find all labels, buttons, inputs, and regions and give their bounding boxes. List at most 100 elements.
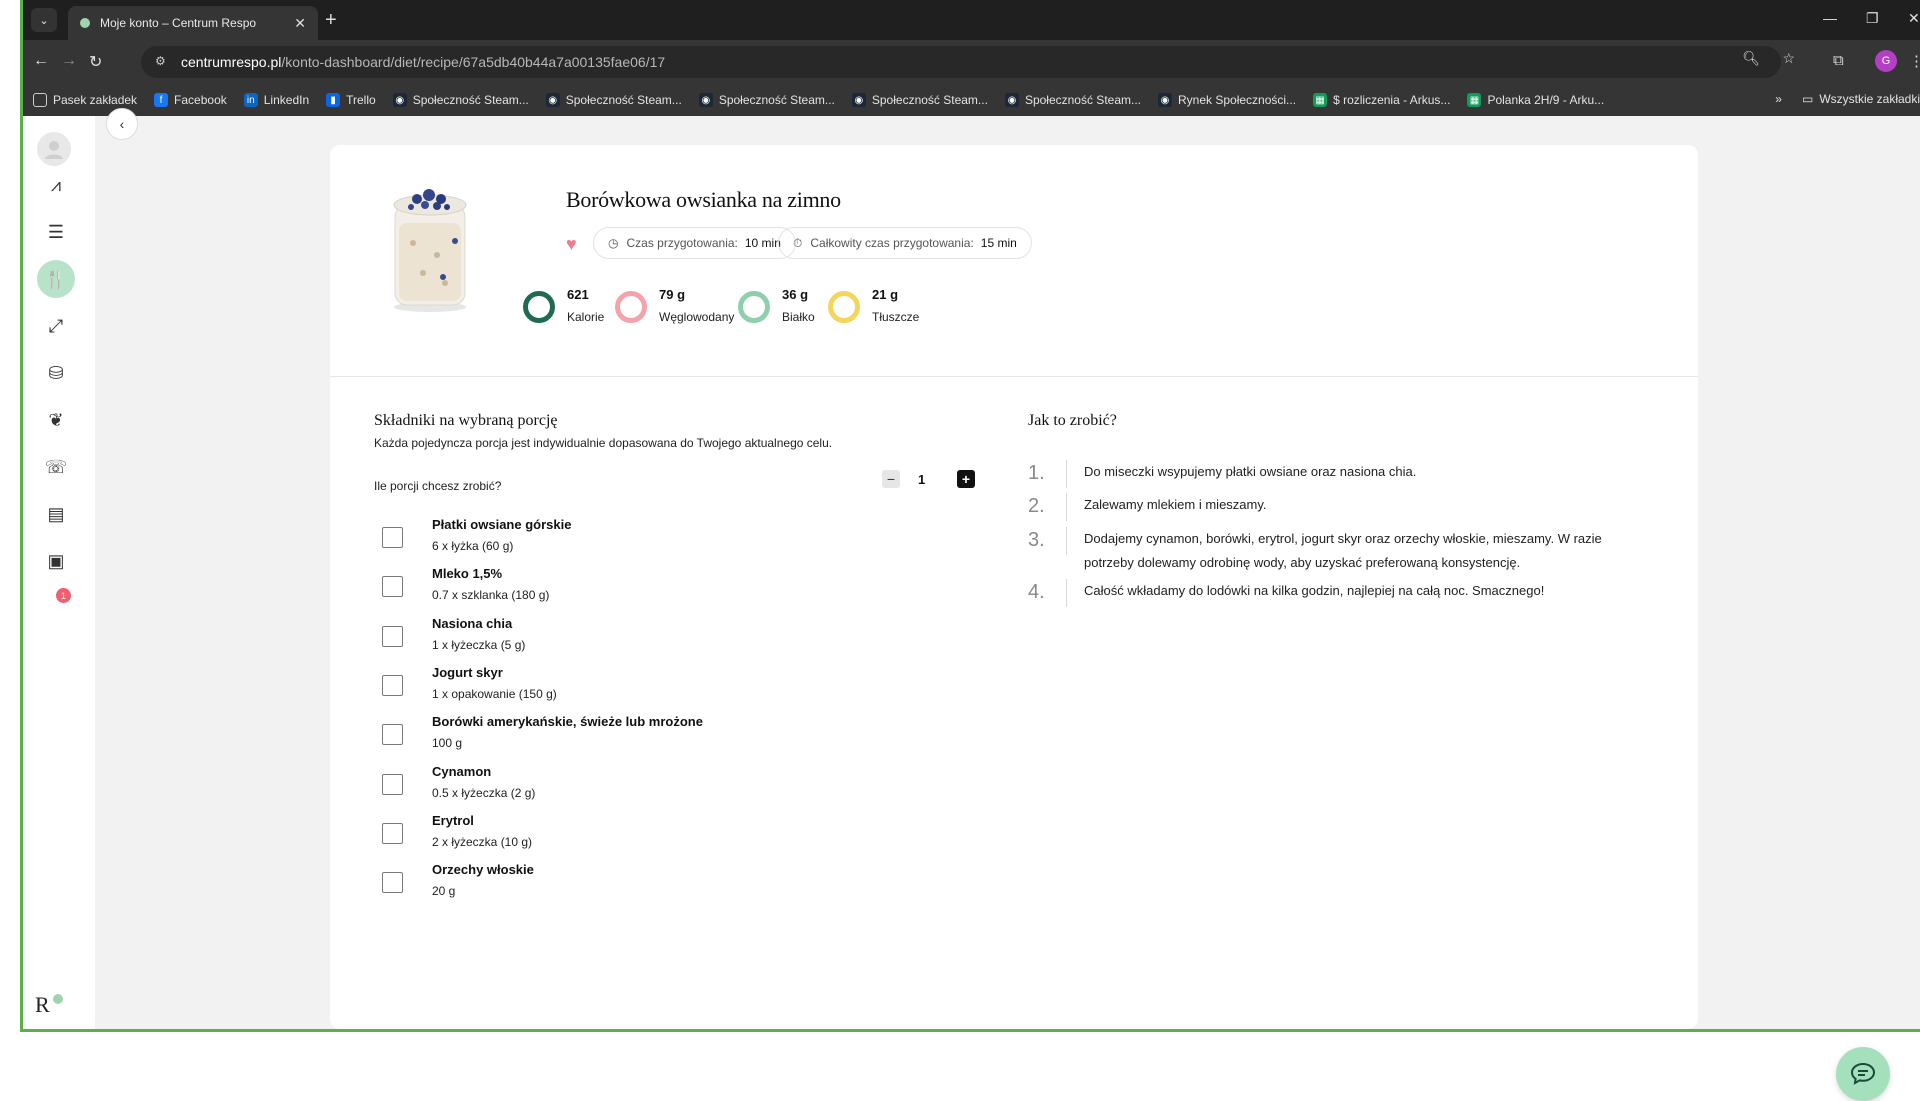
bookmark-item[interactable]: f Facebook bbox=[154, 93, 227, 107]
ingredient-checkbox[interactable] bbox=[382, 576, 403, 598]
sidebar-item-diet-cutlery[interactable]: 🍴 bbox=[37, 260, 75, 298]
recipe-photo bbox=[393, 189, 467, 312]
tab-strip: ⌄ Moje konto – Centrum Respo ✕ + — ❐ ✕ bbox=[23, 0, 1920, 40]
ingredient-quantity: 20 g bbox=[432, 884, 456, 899]
bookmark-item[interactable]: ◉ Społeczność Steam... bbox=[545, 93, 682, 107]
step-text: Całość wkładamy do lodówki na kilka godz… bbox=[1084, 583, 1545, 598]
steam-icon: ◉ bbox=[1004, 93, 1019, 107]
ingredient-name: Erytrol bbox=[432, 812, 474, 828]
total-time-value: 15 min bbox=[980, 236, 1017, 250]
macro-ring bbox=[615, 291, 647, 323]
macro-value: 21 g bbox=[872, 287, 899, 302]
bookmark-label: Pasek zakładek bbox=[53, 93, 138, 107]
close-window-button[interactable]: ✕ bbox=[1908, 10, 1920, 27]
sidebar-item-clipboard[interactable]: ▤ bbox=[37, 495, 75, 533]
bookmark-item[interactable]: ◉ Społeczność Steam... bbox=[392, 93, 529, 107]
sheets-icon: ▦ bbox=[1467, 93, 1482, 107]
extensions-icon[interactable]: ⧉ bbox=[1833, 52, 1844, 69]
bookmark-item[interactable]: ◉ Rynek Społeczności... bbox=[1158, 93, 1296, 107]
macro-value: 79 g bbox=[659, 287, 686, 302]
bookmark-label: Facebook bbox=[174, 93, 227, 107]
ingredient-name: Mleko 1,5% bbox=[432, 566, 503, 582]
sidebar-item-training-dumbbell[interactable]: ⤢ bbox=[37, 307, 75, 345]
address-bar[interactable]: ⚙ centrumrespo.pl/konto-dashboard/diet/r… bbox=[141, 46, 1781, 78]
sidebar-item-leaf-hand[interactable]: ❦ bbox=[37, 401, 75, 439]
chat-button[interactable] bbox=[1836, 1047, 1890, 1101]
back-button[interactable]: ‹ bbox=[106, 108, 138, 140]
ingredient-checkbox[interactable] bbox=[382, 773, 403, 795]
forward-arrow-icon[interactable]: → bbox=[61, 52, 77, 70]
portion-increase-button[interactable]: + bbox=[957, 470, 975, 488]
tab-close-icon[interactable]: ✕ bbox=[294, 15, 306, 32]
ingredients-title: Składniki na wybraną porcję bbox=[374, 412, 558, 429]
sidebar-item-progress-chart[interactable]: ⩘ bbox=[37, 166, 75, 204]
bookmark-label: Społeczność Steam... bbox=[871, 93, 988, 107]
bookmark-item[interactable]: in LinkedIn bbox=[243, 93, 309, 107]
bookmark-item[interactable]: ▮ Trello bbox=[326, 93, 376, 107]
portion-decrease-button[interactable]: − bbox=[882, 470, 900, 488]
facebook-icon: f bbox=[154, 93, 169, 107]
ingredients-subtitle: Każda pojedyncza porcja jest indywidualn… bbox=[374, 436, 833, 450]
zoom-icon[interactable]: 🔍︎ bbox=[1742, 50, 1760, 67]
new-tab-button[interactable]: + bbox=[325, 9, 337, 32]
macro-item: 21 g Tłuszcze bbox=[828, 287, 919, 324]
steam-icon: ◉ bbox=[851, 93, 866, 107]
sidebar-item-phone-call[interactable]: ☏ bbox=[37, 448, 75, 486]
ingredient-quantity: 6 x łyżka (60 g) bbox=[432, 539, 514, 553]
phone-call-icon: ☏ bbox=[44, 456, 68, 477]
ingredient-checkbox[interactable] bbox=[382, 674, 403, 696]
sidebar-item-archive-box[interactable]: ▣ bbox=[37, 542, 75, 580]
bookmark-item[interactable]: ◉ Społeczność Steam... bbox=[1004, 93, 1141, 107]
favorite-heart-icon[interactable]: ♥ bbox=[566, 234, 577, 255]
step-number: 3. bbox=[1028, 529, 1045, 551]
step-divider bbox=[1066, 460, 1067, 488]
ingredient-checkbox[interactable] bbox=[382, 625, 403, 647]
bookmark-star-icon[interactable]: ☆ bbox=[1782, 50, 1795, 67]
ingredient-quantity: 1 x łyżeczka (5 g) bbox=[432, 637, 526, 652]
bookmark-label: Społeczność Steam... bbox=[412, 93, 529, 107]
step-number: 2. bbox=[1028, 495, 1045, 517]
bookmark-item[interactable]: ▦ Polanka 2H/9 - Arku... bbox=[1467, 93, 1604, 107]
menu-kebab-icon[interactable]: ⋮ bbox=[1909, 52, 1920, 70]
chat-icon: ☰ bbox=[47, 221, 65, 242]
bookmark-item[interactable]: ◉ Społeczność Steam... bbox=[851, 93, 988, 107]
shopping-bag-icon: ⛁ bbox=[48, 362, 64, 383]
leaf-hand-icon: ❦ bbox=[48, 409, 64, 430]
restore-button[interactable]: ❐ bbox=[1866, 10, 1879, 27]
bookmark-label: Trello bbox=[346, 93, 376, 107]
bookmark-item[interactable]: ▦ $ rozliczenia - Arkus... bbox=[1313, 93, 1450, 107]
ingredient-checkbox[interactable] bbox=[382, 872, 403, 894]
ingredient-checkbox[interactable] bbox=[382, 822, 403, 844]
sidebar-item-chat[interactable]: ☰ bbox=[37, 213, 75, 251]
ingredient-row: Mleko 1,5% 0.7 x szklanka (180 g) bbox=[382, 566, 942, 612]
tab-search-button[interactable]: ⌄ bbox=[31, 8, 57, 32]
macro-ring bbox=[523, 291, 555, 323]
trello-icon: ▮ bbox=[326, 93, 341, 107]
macro-label: Węglowodany bbox=[659, 310, 735, 324]
ingredient-quantity: 2 x łyżeczka (10 g) bbox=[432, 834, 533, 849]
macro-ring bbox=[738, 291, 770, 323]
steam-icon: ◉ bbox=[1158, 93, 1172, 107]
ingredient-quantity: 0.7 x szklanka (180 g) bbox=[432, 588, 550, 603]
bookmark-item[interactable]: Pasek zakładek bbox=[33, 93, 137, 107]
step-number: 4. bbox=[1028, 581, 1045, 603]
user-avatar[interactable] bbox=[37, 132, 71, 166]
browser-tab[interactable]: Moje konto – Centrum Respo ✕ bbox=[68, 6, 318, 40]
prep-time-pill: ◷ Czas przygotowania: 10 min bbox=[593, 227, 796, 259]
ingredient-row: Nasiona chia 1 x łyżeczka (5 g) bbox=[382, 616, 942, 662]
ingredient-name: Jogurt skyr bbox=[432, 664, 503, 680]
profile-avatar[interactable]: G bbox=[1875, 50, 1897, 72]
sidebar-item-shopping-bag[interactable]: ⛁ bbox=[37, 354, 75, 392]
ingredient-checkbox[interactable] bbox=[382, 724, 403, 746]
prep-time-value: 10 min bbox=[744, 236, 781, 250]
bookmark-item[interactable]: ◉ Społeczność Steam... bbox=[698, 93, 835, 107]
back-arrow-icon[interactable]: ← bbox=[33, 52, 49, 70]
steam-icon: ◉ bbox=[698, 93, 713, 107]
site-info-icon[interactable]: ⚙ bbox=[155, 54, 166, 68]
url-path: /konto-dashboard/diet/recipe/67a5db40b44… bbox=[281, 54, 666, 70]
all-bookmarks[interactable]: » ▭ Wszystkie zakładki bbox=[1775, 92, 1920, 106]
minimize-button[interactable]: — bbox=[1823, 10, 1837, 26]
reload-icon[interactable]: ↻ bbox=[89, 52, 102, 72]
ingredient-checkbox[interactable] bbox=[382, 527, 403, 548]
more-bookmarks-icon[interactable]: » bbox=[1775, 92, 1782, 106]
